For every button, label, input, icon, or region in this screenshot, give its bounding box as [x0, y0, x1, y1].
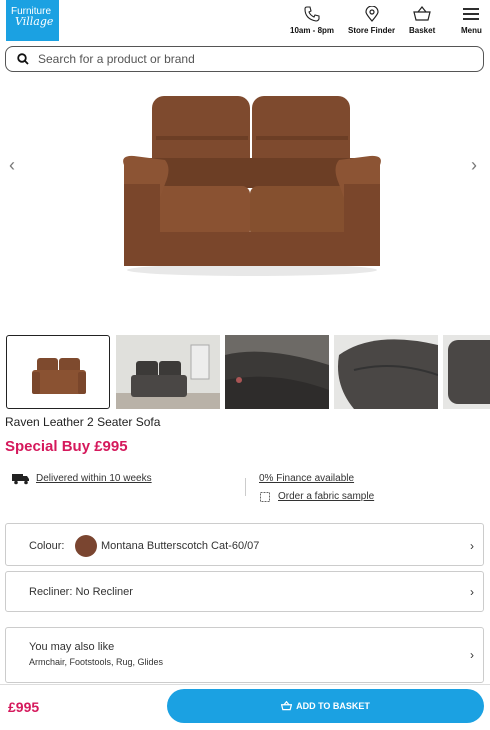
bottom-price: £995	[8, 699, 40, 715]
chevron-right-icon: ›	[470, 539, 474, 553]
also-like-title: You may also like	[29, 641, 115, 653]
header: Furniture Village 10am - 8pm Store Finde…	[0, 0, 490, 44]
product-price: Special Buy £995	[5, 438, 128, 455]
delivery-link[interactable]: Delivered within 10 weeks	[36, 473, 152, 484]
thumbnail-4-image	[334, 335, 438, 409]
thumbnail-3[interactable]	[225, 335, 329, 409]
product-title: Raven Leather 2 Seater Sofa	[5, 415, 161, 429]
store-finder-label: Store Finder	[348, 26, 396, 35]
thumbnail-4[interactable]	[334, 335, 438, 409]
product-image-carousel[interactable]: ‹ ›	[0, 80, 490, 330]
thumbnail-5[interactable]	[443, 335, 490, 409]
colour-value: Montana Butterscotch Cat-60/07	[101, 540, 260, 552]
thumbnail-3-image	[225, 335, 329, 409]
add-to-basket-button[interactable]: ADD TO BASKET	[167, 689, 484, 723]
thumbnail-strip	[6, 335, 490, 410]
sticky-basket-bar: £995 ADD TO BASKET	[0, 684, 490, 730]
chevron-right-icon: ›	[470, 648, 474, 662]
search-bar[interactable]	[5, 46, 484, 72]
logo-line2: Village	[15, 15, 54, 28]
phone-icon	[304, 6, 320, 22]
basket-link[interactable]: Basket	[409, 6, 435, 35]
recliner-selector[interactable]: Recliner: No Recliner ›	[5, 571, 484, 612]
fabric-sample-link[interactable]: Order a fabric sample	[278, 491, 374, 502]
swatch-icon	[260, 492, 270, 502]
thumbnail-1[interactable]	[6, 335, 110, 409]
search-icon	[17, 53, 29, 65]
sofa-main-image	[123, 96, 381, 276]
search-input[interactable]	[38, 52, 458, 66]
thumbnail-1-image	[32, 358, 86, 394]
furniture-village-logo[interactable]: Furniture Village	[6, 0, 59, 41]
colour-selector[interactable]: Colour: Montana Butterscotch Cat-60/07 ›	[5, 523, 484, 566]
finance-link[interactable]: 0% Finance available	[259, 473, 354, 484]
recliner-label: Recliner: No Recliner	[29, 586, 133, 598]
thumbnail-2-image	[116, 335, 220, 409]
truck-icon	[12, 474, 29, 485]
thumbnail-5-image	[443, 335, 490, 409]
basket-label: Basket	[409, 26, 436, 35]
thumbnail-2[interactable]	[116, 335, 220, 409]
colour-label: Colour:	[29, 540, 65, 552]
info-divider	[245, 478, 246, 496]
location-pin-icon	[364, 6, 379, 22]
menu-button[interactable]: Menu	[461, 6, 482, 35]
also-like-items: Armchair, Footstools, Rug, Glides	[29, 657, 164, 667]
colour-swatch	[75, 535, 97, 557]
basket-icon	[413, 6, 431, 21]
hamburger-icon	[463, 8, 480, 20]
hours-label: 10am - 8pm	[290, 26, 335, 35]
also-like-section[interactable]: You may also like Armchair, Footstools, …	[5, 627, 484, 683]
chevron-right-icon: ›	[470, 585, 474, 599]
opening-hours[interactable]: 10am - 8pm	[290, 6, 334, 35]
store-finder[interactable]: Store Finder	[348, 6, 395, 35]
add-to-basket-label: ADD TO BASKET	[296, 701, 370, 711]
basket-icon	[281, 701, 293, 711]
menu-label: Menu	[461, 26, 482, 35]
